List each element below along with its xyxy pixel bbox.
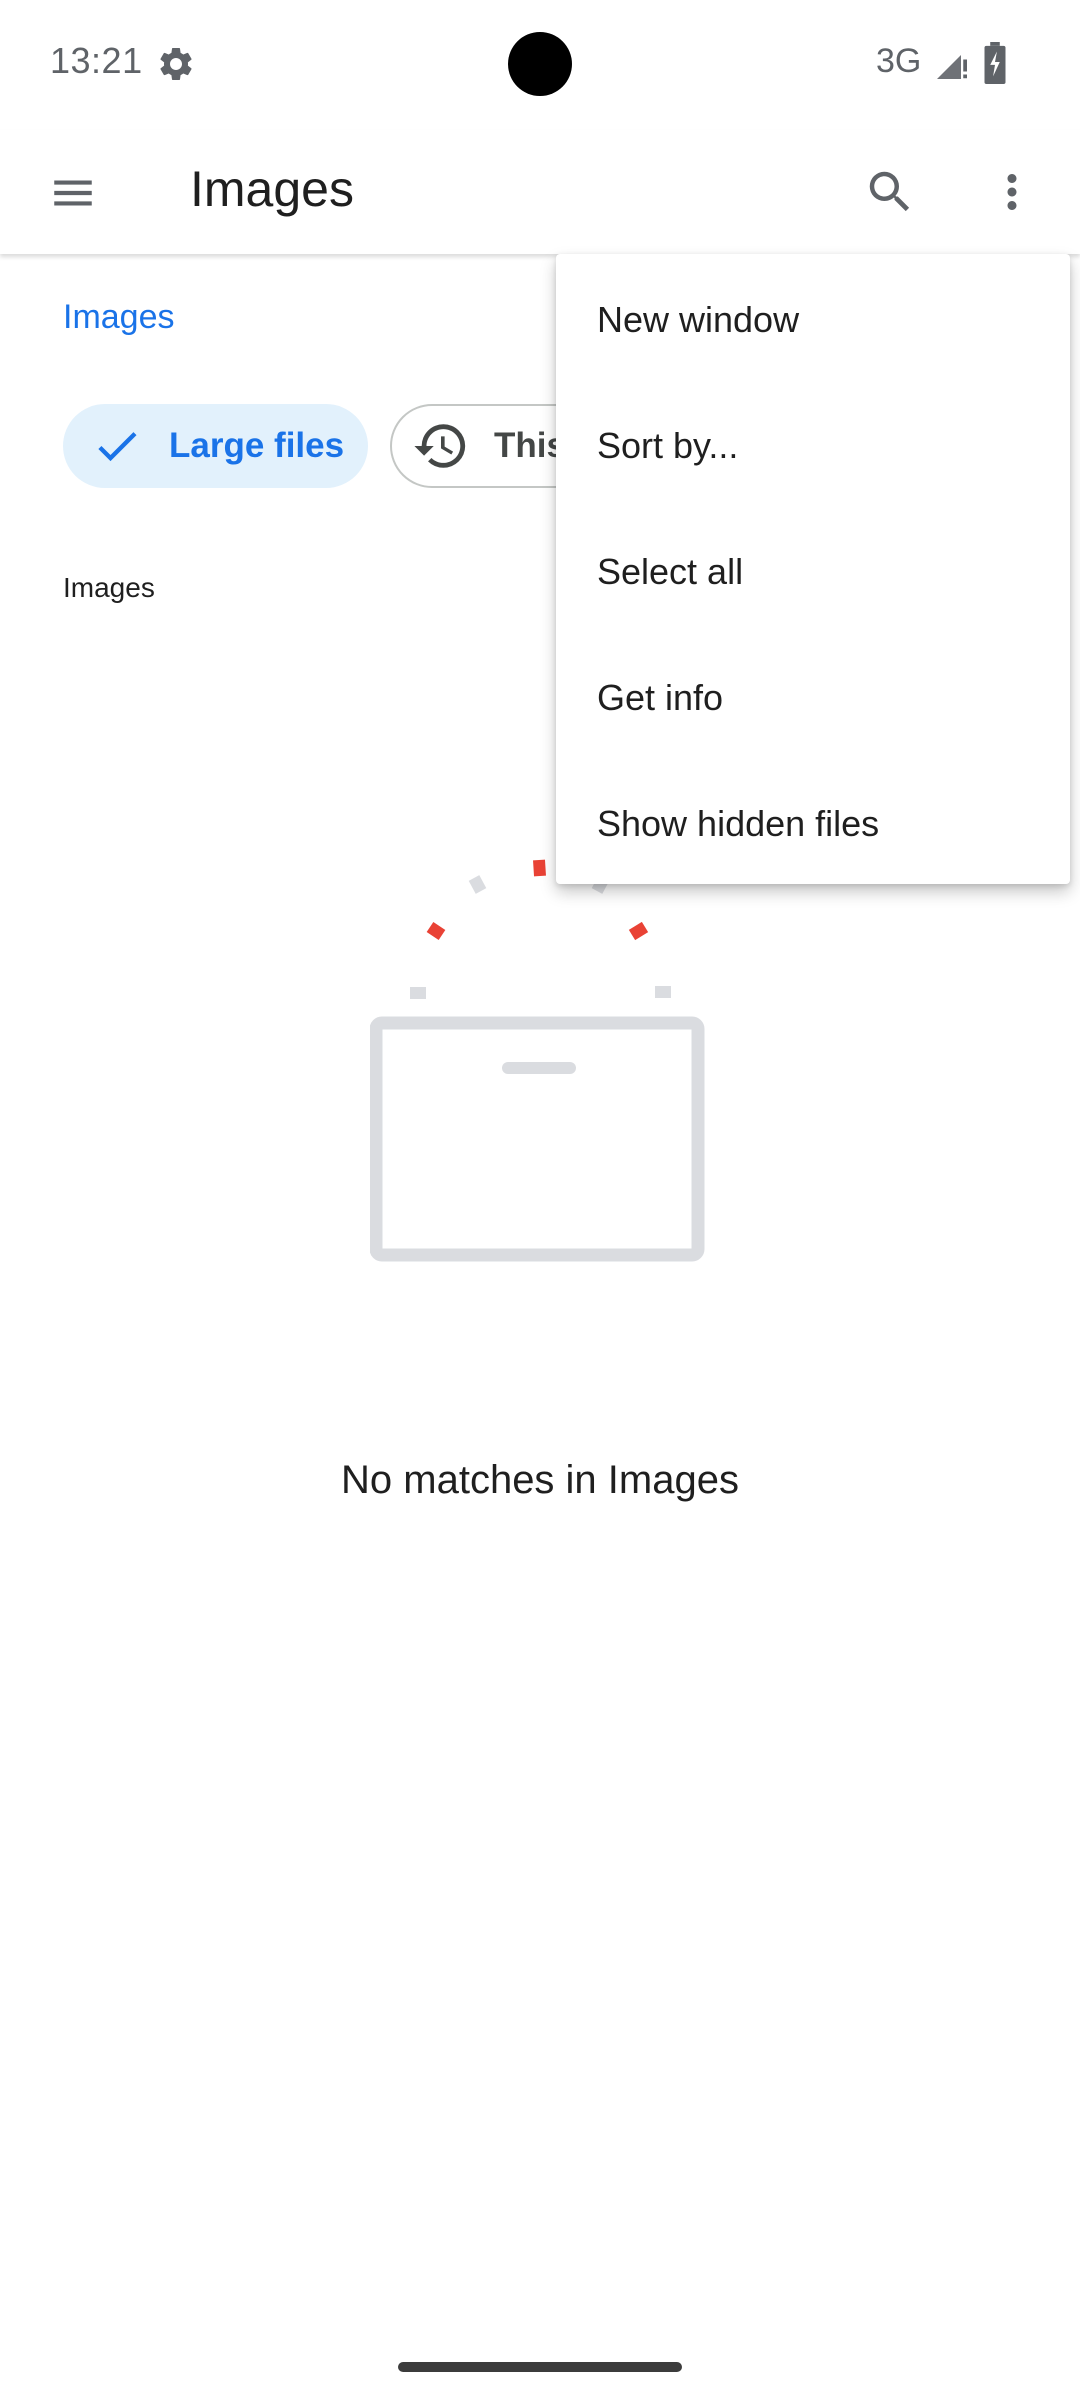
empty-box-illustration (370, 859, 705, 1262)
breadcrumb[interactable]: Images (63, 298, 175, 337)
search-icon (869, 171, 910, 212)
history-icon (414, 424, 466, 468)
page-title: Images (190, 161, 354, 217)
chip-large-files[interactable]: Large files (63, 404, 368, 488)
menu-item-new-window[interactable]: New window (556, 257, 1070, 383)
screen: 13:21 3G Images Images Large files This … (0, 0, 1080, 2400)
menu-button[interactable] (34, 154, 112, 232)
overflow-menu: New window Sort by... Select all Get inf… (556, 254, 1070, 884)
menu-item-select-all[interactable]: Select all (556, 509, 1070, 635)
status-bar: 13:21 3G (0, 0, 1080, 130)
gear-icon (160, 47, 192, 80)
more-vert-icon (1007, 174, 1017, 210)
status-time: 13:21 (50, 40, 143, 81)
menu-item-get-info[interactable]: Get info (556, 635, 1070, 761)
search-button[interactable] (850, 152, 930, 232)
app-bar: Images (0, 130, 1080, 254)
signal-icon (937, 55, 967, 79)
camera-cutout (508, 32, 572, 96)
menu-item-sort-by[interactable]: Sort by... (556, 383, 1070, 509)
check-icon (98, 432, 137, 462)
battery-icon (984, 42, 1006, 84)
network-type: 3G (876, 42, 922, 80)
menu-item-show-hidden-files[interactable]: Show hidden files (556, 761, 1070, 887)
empty-state-message: No matches in Images (341, 1458, 739, 1502)
chip-label: Large files (169, 426, 345, 465)
more-options-button[interactable] (972, 152, 1052, 232)
gesture-handle[interactable] (398, 2362, 682, 2372)
menu-icon (54, 180, 92, 206)
section-header: Images (63, 572, 155, 603)
